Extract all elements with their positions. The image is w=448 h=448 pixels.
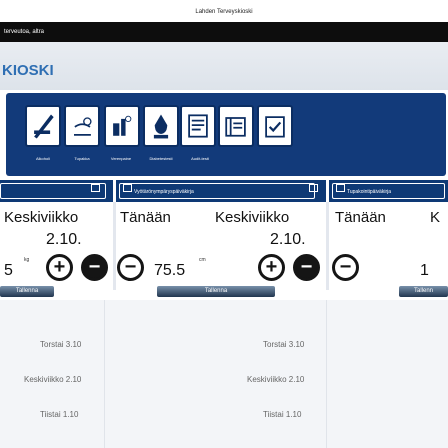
audit-test-icon[interactable]	[180, 105, 216, 147]
history-date: Tiistai 1.10	[263, 410, 302, 419]
weight-unit: kg	[24, 257, 30, 263]
day-label: Keskiviikko	[4, 209, 79, 226]
checklist-icon-graphic	[265, 116, 285, 138]
top-menu-bar: terveutoa, altra	[0, 22, 448, 42]
expand-icon[interactable]	[309, 184, 318, 192]
history-date: Keskiviikko 2.10	[24, 375, 82, 384]
audit-test-icon-graphic	[188, 114, 208, 138]
panel-divider-2	[326, 202, 329, 290]
today-label: Tänään	[120, 209, 171, 226]
diary-icon-graphic	[225, 117, 246, 137]
day-label: Keskiviikko	[215, 209, 290, 226]
increment-weight-button[interactable]: +	[46, 254, 73, 281]
icon-label-audit: Audit-testi	[191, 156, 209, 161]
checklist-icon[interactable]	[257, 105, 293, 147]
save-weight-button[interactable]: Tallenna	[0, 286, 54, 297]
alcohol-icon[interactable]	[25, 105, 61, 147]
page-title: KIOSKI	[2, 62, 54, 79]
panel-waist-title-chip[interactable]: Vyötärönympäryspäiväkirja	[119, 183, 315, 199]
panel-smoking-header: Tupakointipäiväkirja	[329, 180, 448, 202]
diabetes-test-icon[interactable]	[143, 105, 179, 147]
diabetes-test-icon-graphic	[153, 114, 169, 139]
cigarette-icon[interactable]	[64, 105, 100, 147]
smoking-icon	[336, 184, 345, 192]
save-waist-button[interactable]: Tallenna	[157, 286, 275, 297]
decrement-smoking-button[interactable]: −	[332, 254, 359, 281]
history-divider	[104, 300, 105, 448]
blood-pressure-icon[interactable]	[104, 105, 140, 147]
today-label: Tänään	[335, 209, 386, 226]
waist-value: 75.5	[154, 262, 186, 279]
expand-icon[interactable]	[91, 184, 100, 192]
history-date: Torstai 3.10	[263, 340, 305, 349]
panel-divider-1	[113, 202, 116, 290]
weight-value: 5	[4, 262, 13, 279]
history-date: Keskiviikko 2.10	[247, 375, 305, 384]
decrement-waist-button-alt[interactable]: −	[293, 254, 320, 281]
diary-icon[interactable]	[218, 105, 254, 147]
save-smoking-button[interactable]: Tallenn	[399, 286, 448, 297]
panel-weight-header	[0, 180, 113, 202]
blood-pressure-icon-graphic	[113, 115, 132, 136]
panel-smoking-diary: Tupakointipäiväkirja	[329, 180, 448, 300]
increment-waist-button[interactable]: +	[258, 254, 285, 281]
smoking-value: 1	[420, 262, 429, 279]
menu-greeting[interactable]: terveutoa, altra	[0, 29, 44, 35]
page-banner	[0, 42, 448, 90]
waist-unit: cm	[199, 257, 206, 263]
tape-measure-icon	[123, 184, 132, 192]
panel-waist-header: Vyötärönympäryspäiväkirja	[116, 180, 326, 202]
cigarette-icon-graphic	[74, 117, 92, 136]
panel-smoking-title-chip[interactable]: Tupakointipäiväkirja	[332, 183, 445, 199]
history-date: Tiistai 1.10	[40, 410, 79, 419]
history-area	[0, 300, 448, 448]
history-divider	[326, 300, 327, 448]
site-brand: Lahden Terveyskioski	[0, 0, 448, 22]
date-label: 2.10.	[270, 231, 306, 248]
date-label: 2.10.	[46, 231, 82, 248]
day-label: K	[430, 209, 441, 226]
decrement-waist-button[interactable]: −	[117, 254, 144, 281]
decrement-weight-button[interactable]: −	[81, 254, 108, 281]
alcohol-icon-graphic	[34, 114, 54, 139]
history-date: Torstai 3.10	[40, 340, 82, 349]
